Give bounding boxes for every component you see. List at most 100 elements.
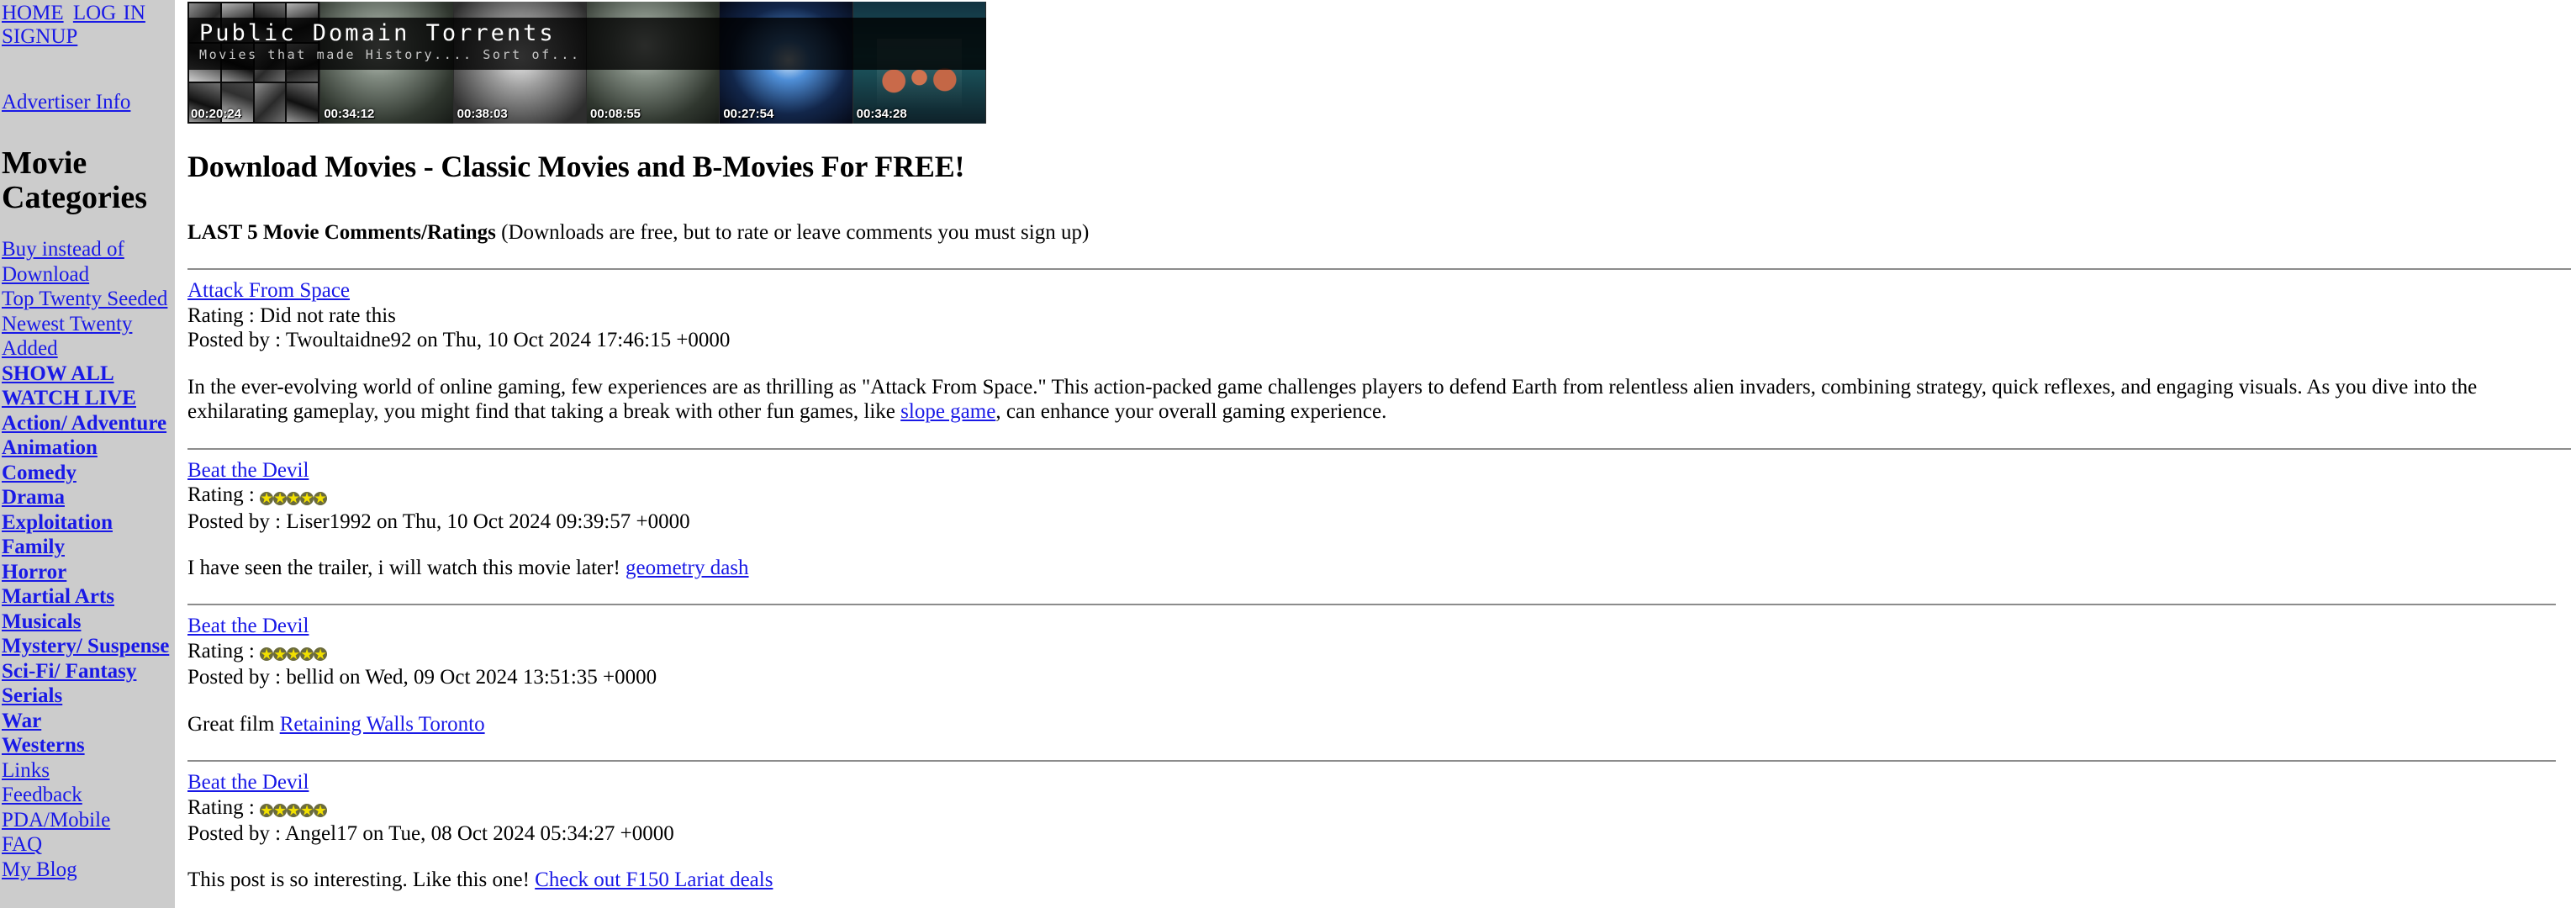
star-icon [287, 647, 301, 662]
sidebar-item-top-twenty-seeded[interactable]: Top Twenty Seeded [2, 287, 172, 312]
comment-rating-row: Rating : Did not rate this [187, 304, 2564, 328]
sidebar-item-newest-twenty-added[interactable]: Newest Twenty Added [2, 312, 172, 362]
sidebar-item-westerns[interactable]: Westerns [2, 733, 172, 758]
star-icon [260, 491, 274, 505]
sidebar-item-watch-live[interactable]: WATCH LIVE [2, 386, 172, 411]
comment-body-link[interactable]: Retaining Walls Toronto [280, 713, 485, 736]
comments-intro-rest: (Downloads are free, but to rate or leav… [495, 220, 1090, 244]
sidebar-item-feedback[interactable]: Feedback [2, 783, 172, 808]
comment-body-pre: I have seen the trailer, i will watch th… [187, 556, 626, 579]
comment-posted-by: Posted by : Twoultaidne92 on Thu, 10 Oct… [187, 329, 731, 352]
banner-timecode: 00:27:54 [723, 107, 774, 121]
rating-label: Rating : [187, 304, 261, 328]
banner-timecode: 00:34:28 [856, 107, 907, 121]
sidebar-item-sci-fi-fantasy[interactable]: Sci-Fi/ Fantasy [2, 659, 172, 684]
sidebar-advertiser-info-wrap: Advertiser Info [2, 91, 172, 114]
star-icon [300, 647, 314, 662]
sidebar-link-signup[interactable]: SIGNUP [2, 25, 77, 48]
comment-item: Attack From Space Rating : Did not rate … [187, 279, 2564, 424]
sidebar-category-list: Buy instead of Download Top Twenty Seede… [2, 237, 172, 882]
star-icon [300, 491, 314, 505]
sidebar-item-mystery-suspense[interactable]: Mystery/ Suspense [2, 634, 172, 659]
star-icon [300, 804, 314, 818]
star-icon [273, 804, 288, 818]
comment-body-pre: This post is so interesting. Like this o… [187, 868, 536, 892]
sidebar-item-exploitation[interactable]: Exploitation [2, 510, 172, 536]
sidebar-item-musicals[interactable]: Musicals [2, 610, 172, 635]
comment-item: Beat the Devil Rating : Posted by : Lise… [187, 459, 2564, 581]
sidebar-link-advertiser-info[interactable]: Advertiser Info [2, 91, 130, 114]
comment-movie-link[interactable]: Beat the Devil [187, 771, 2564, 795]
comment-body-link[interactable]: slope game [900, 400, 995, 423]
page-root: HOME LOG IN SIGNUP Advertiser Info Movie… [0, 0, 2576, 908]
banner-timecode: 00:08:55 [589, 107, 641, 121]
banner-title-overlay: Public Domain Torrents Movies that made … [187, 18, 986, 70]
rating-stars [260, 797, 328, 821]
divider [187, 604, 2556, 606]
star-icon [273, 647, 288, 662]
page-title: Download Movies - Classic Movies and B-M… [187, 150, 965, 183]
comment-item: Beat the Devil Rating : Posted by : Ange… [187, 771, 2564, 893]
sidebar-top-nav: HOME LOG IN SIGNUP [2, 0, 172, 49]
sidebar-item-animation[interactable]: Animation [2, 436, 172, 461]
star-icon [314, 804, 328, 818]
rating-label: Rating : [187, 483, 261, 507]
divider [187, 447, 2571, 450]
comments-intro: LAST 5 Movie Comments/Ratings (Downloads… [187, 221, 2564, 245]
comments-intro-bold: LAST 5 Movie Comments/Ratings [187, 220, 496, 244]
comment-movie-link[interactable]: Beat the Devil [187, 615, 2564, 639]
rating-stars [260, 484, 328, 509]
comment-posted-by: Posted by : Angel17 on Tue, 08 Oct 2024 … [187, 822, 674, 846]
comment-body-pre: Great film [187, 712, 280, 736]
banner-timecode: 00:20:24 [191, 107, 242, 121]
comment-body-link[interactable]: Check out F150 Lariat deals [535, 868, 773, 891]
star-icon [314, 491, 328, 505]
sidebar-item-drama[interactable]: Drama [2, 485, 172, 510]
rating-label: Rating : [187, 795, 261, 819]
star-icon [273, 491, 288, 505]
sidebar-categories-title: Movie Categories [2, 145, 148, 216]
comment-body: This post is so interesting. Like this o… [187, 868, 2564, 893]
site-banner[interactable]: 00:20:24 00:34:12 00:38:03 00:08:55 00:2… [187, 2, 986, 124]
banner-title: Public Domain Torrents [199, 20, 556, 46]
sidebar-item-action-adventure[interactable]: Action/ Adventure [2, 411, 172, 436]
comment-body: In the ever-evolving world of online gam… [187, 375, 2564, 425]
sidebar-link-home[interactable]: HOME [2, 2, 64, 24]
comment-item: Beat the Devil Rating : Posted by : bell… [187, 615, 2564, 736]
rating-label: Rating : [187, 640, 261, 663]
comment-rating-row: Rating : [187, 795, 2564, 821]
sidebar-item-war[interactable]: War [2, 709, 172, 734]
sidebar-item-comedy[interactable]: Comedy [2, 461, 172, 486]
sidebar-item-horror[interactable]: Horror [2, 560, 172, 585]
star-icon [260, 647, 274, 662]
banner-timecode: 00:38:03 [457, 107, 508, 121]
sidebar-item-family[interactable]: Family [2, 535, 172, 560]
sidebar-link-login[interactable]: LOG IN [73, 2, 145, 24]
sidebar-item-pda-mobile[interactable]: PDA/Mobile [2, 808, 172, 833]
banner-subtitle: Movies that made History.... Sort of... [199, 47, 581, 63]
sidebar: HOME LOG IN SIGNUP Advertiser Info Movie… [0, 0, 175, 908]
star-icon [260, 804, 274, 818]
main-content: 00:20:24 00:34:12 00:38:03 00:08:55 00:2… [175, 0, 2576, 908]
comment-rating-row: Rating : [187, 639, 2564, 665]
sidebar-item-serials[interactable]: Serials [2, 684, 172, 709]
sidebar-item-martial-arts[interactable]: Martial Arts [2, 584, 172, 610]
divider [187, 760, 2556, 763]
sidebar-item-buy-instead-of-download[interactable]: Buy instead of Download [2, 237, 172, 287]
comment-body: Great film Retaining Walls Toronto [187, 712, 2564, 737]
banner-timecode: 00:34:12 [324, 107, 375, 121]
comment-posted-by: Posted by : bellid on Wed, 09 Oct 2024 1… [187, 666, 657, 689]
rating-value: Did not rate this [260, 304, 396, 328]
comment-movie-link[interactable]: Attack From Space [187, 279, 2564, 304]
sidebar-item-show-all[interactable]: SHOW ALL [2, 362, 172, 387]
comment-movie-link[interactable]: Beat the Devil [187, 459, 2564, 483]
sidebar-item-my-blog[interactable]: My Blog [2, 858, 172, 883]
star-icon [287, 804, 301, 818]
comment-posted-by: Posted by : Liser1992 on Thu, 10 Oct 202… [187, 509, 690, 533]
divider [187, 268, 2571, 271]
star-icon [314, 647, 328, 662]
comment-body-post: , can enhance your overall gaming experi… [995, 400, 1387, 424]
comment-body-link[interactable]: geometry dash [626, 557, 748, 579]
sidebar-item-faq[interactable]: FAQ [2, 832, 172, 858]
sidebar-item-links[interactable]: Links [2, 758, 172, 784]
